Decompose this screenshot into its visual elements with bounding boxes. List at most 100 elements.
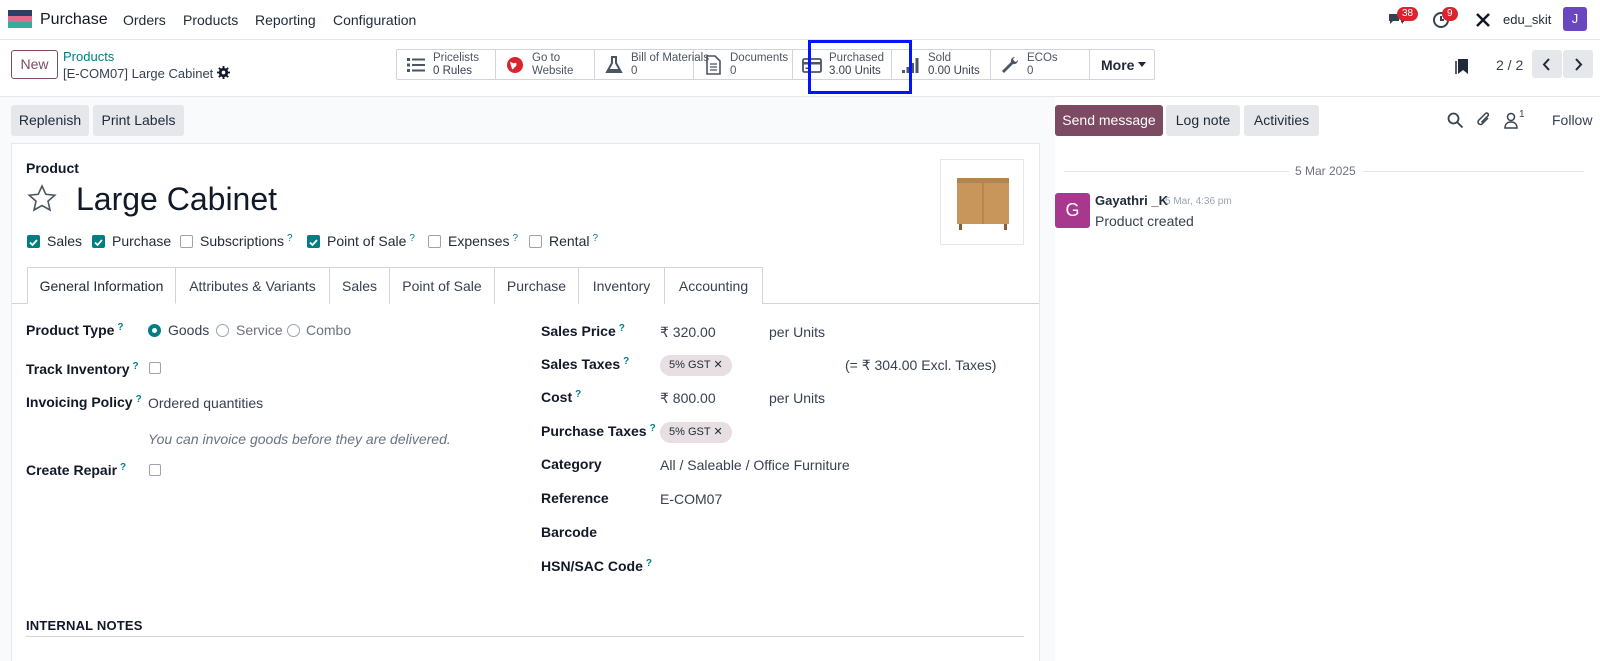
pager-previous-button[interactable]	[1532, 50, 1562, 78]
internal-notes-header: INTERNAL NOTES	[26, 618, 143, 633]
rental-checkbox[interactable]	[529, 235, 542, 248]
excl-taxes-value: (= ₹ 304.00 Excl. Taxes)	[845, 357, 997, 373]
app-logo-icon[interactable]	[8, 10, 32, 28]
sales-checkbox[interactable]	[27, 235, 40, 248]
purchase-taxes-label: Purchase Taxes?	[541, 423, 656, 439]
send-message-button[interactable]: Send message	[1055, 105, 1163, 136]
breadcrumb-products[interactable]: Products	[63, 49, 114, 64]
smart-value: 0 Rules	[433, 65, 472, 77]
file-icon	[706, 55, 721, 75]
menu-configuration[interactable]: Configuration	[333, 12, 416, 28]
bookmark-icon[interactable]	[1455, 58, 1469, 75]
invoicing-policy-value[interactable]: Ordered quantities	[148, 395, 263, 411]
more-dropdown[interactable]: More	[1090, 50, 1154, 79]
tab-sales[interactable]: Sales	[329, 267, 390, 304]
menu-products[interactable]: Products	[183, 12, 238, 28]
user-avatar[interactable]: J	[1563, 7, 1587, 31]
smart-label: ECOs	[1027, 52, 1058, 64]
smart-button-go-to-website[interactable]: Go to Website	[496, 50, 595, 79]
log-note-button[interactable]: Log note	[1166, 105, 1240, 136]
product-name[interactable]: Large Cabinet	[76, 181, 277, 218]
barcode-input[interactable]	[660, 520, 1020, 542]
author-avatar[interactable]: G	[1055, 193, 1090, 228]
category-value[interactable]: All / Saleable / Office Furniture	[660, 457, 850, 473]
sales-taxes-label: Sales Taxes?	[541, 356, 630, 372]
pager-next-button[interactable]	[1563, 50, 1593, 78]
gear-icon[interactable]	[217, 66, 230, 79]
reference-label: Reference	[541, 490, 609, 506]
search-icon[interactable]	[1446, 111, 1464, 129]
tab-point-of-sale[interactable]: Point of Sale	[389, 267, 495, 304]
smart-button-bill-of-materials[interactable]: Bill of Materials 0	[595, 50, 709, 79]
tab-inventory[interactable]: Inventory	[578, 267, 665, 304]
smart-label: Go to	[532, 52, 561, 64]
print-labels-button[interactable]: Print Labels	[93, 105, 184, 136]
track-inventory-label: Track Inventory?	[26, 361, 139, 377]
tab-general-information[interactable]: General Information	[27, 267, 176, 304]
smart-buttons-bar: Pricelists 0 Rules Go to Website Bill of…	[396, 49, 1155, 80]
rental-flag-label: Rental?	[549, 233, 599, 249]
smart-value: 0	[631, 65, 638, 77]
sales-flag-label: Sales	[47, 233, 83, 249]
goods-radio[interactable]	[148, 324, 161, 337]
message-author[interactable]: Gayathri _K	[1095, 193, 1168, 208]
sales-price-value[interactable]: ₹ 320.00	[660, 324, 716, 341]
globe-icon	[507, 57, 523, 73]
hsn-code-input[interactable]	[660, 554, 1020, 576]
product-image[interactable]	[940, 159, 1024, 245]
tab-purchase[interactable]: Purchase	[494, 267, 579, 304]
app-name[interactable]: Purchase	[40, 11, 108, 29]
chevron-right-icon	[1575, 58, 1583, 71]
new-button[interactable]: New	[11, 50, 58, 79]
track-inventory-checkbox[interactable]	[149, 362, 161, 374]
tab-accounting[interactable]: Accounting	[664, 267, 763, 304]
credit-card-icon	[802, 58, 822, 73]
pager-value[interactable]: 2 / 2	[1496, 57, 1523, 73]
user-name[interactable]: edu_skit	[1503, 12, 1551, 27]
caret-down-icon	[1138, 62, 1146, 67]
smart-button-pricelists[interactable]: Pricelists 0 Rules	[397, 50, 496, 79]
service-radio[interactable]	[216, 324, 229, 337]
category-label: Category	[541, 456, 602, 472]
smart-button-ecos[interactable]: ECOs 0	[991, 50, 1090, 79]
sales-price-uom: per Units	[769, 324, 826, 340]
purchase-tax-tag[interactable]: 5% GST ✕	[660, 422, 732, 443]
remove-tag-icon[interactable]: ✕	[713, 359, 722, 371]
smart-button-sold[interactable]: Sold 0.00 Units	[892, 50, 991, 79]
activities-button[interactable]: Activities	[1244, 105, 1319, 136]
cabinet-image	[957, 178, 1009, 230]
expenses-checkbox[interactable]	[428, 235, 441, 248]
replenish-button[interactable]: Replenish	[11, 105, 89, 136]
smart-value: 0	[1027, 65, 1034, 77]
follow-button[interactable]: Follow	[1552, 112, 1592, 128]
control-panel: New Products [E-COM07] Large Cabinet Pri…	[0, 40, 1600, 97]
favorite-star-icon[interactable]	[27, 184, 57, 214]
purchase-flag-label: Purchase	[112, 233, 172, 249]
sales-price-label: Sales Price?	[541, 323, 625, 339]
smart-button-purchased[interactable]: Purchased 3.00 Units	[793, 50, 892, 79]
reference-value[interactable]: E-COM07	[660, 491, 722, 507]
remove-tag-icon[interactable]: ✕	[713, 426, 722, 438]
smart-button-documents[interactable]: Documents 0	[694, 50, 793, 79]
message-time: 5 Mar, 4:36 pm	[1165, 196, 1232, 207]
smart-value: 0	[730, 65, 737, 77]
purchase-checkbox[interactable]	[92, 235, 105, 248]
cost-value[interactable]: ₹ 800.00	[660, 390, 716, 407]
paperclip-icon[interactable]	[1475, 111, 1493, 129]
sales-tax-tag[interactable]: 5% GST ✕	[660, 355, 732, 376]
point-of-sale-checkbox[interactable]	[307, 235, 320, 248]
combo-radio[interactable]	[287, 324, 300, 337]
product-type-label: Product Type?	[26, 322, 124, 338]
subscriptions-flag-label: Subscriptions?	[200, 233, 293, 249]
create-repair-checkbox[interactable]	[149, 464, 161, 476]
activities-badge: 9	[1442, 7, 1458, 21]
menu-reporting[interactable]: Reporting	[255, 12, 316, 28]
create-repair-label: Create Repair?	[26, 462, 127, 478]
hsn-code-label: HSN/SAC Code?	[541, 558, 653, 574]
followers-count: 1	[1519, 109, 1525, 120]
menu-orders[interactable]: Orders	[123, 12, 166, 28]
followers-icon[interactable]	[1502, 111, 1520, 129]
subscriptions-checkbox[interactable]	[180, 235, 193, 248]
tools-icon[interactable]	[1474, 11, 1492, 29]
tab-attributes-variants[interactable]: Attributes & Variants	[175, 267, 330, 304]
